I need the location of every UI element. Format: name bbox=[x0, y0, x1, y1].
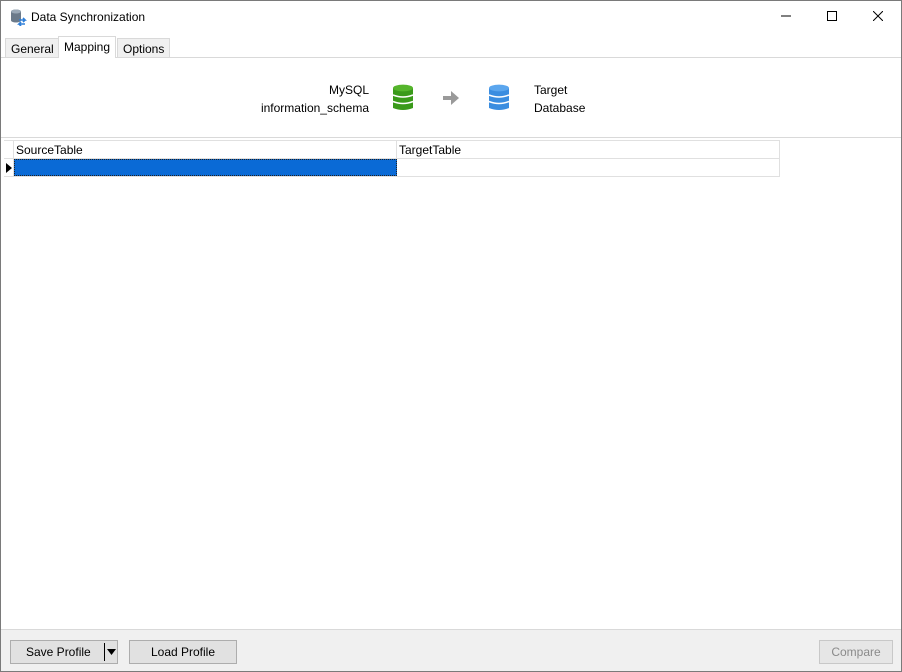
source-server: MySQL bbox=[328, 83, 369, 97]
target-connection-label: Target Database bbox=[534, 81, 585, 117]
source-table-cell[interactable] bbox=[14, 159, 397, 176]
footer-bar: Save Profile Load Profile Compare bbox=[1, 629, 901, 671]
chevron-down-icon[interactable] bbox=[107, 647, 116, 656]
mapping-grid[interactable]: SourceTable TargetTable bbox=[4, 140, 780, 177]
window-title: Data Synchronization bbox=[31, 10, 146, 24]
table-row[interactable] bbox=[4, 159, 780, 177]
source-database: information_schema bbox=[260, 101, 369, 115]
row-indicator[interactable] bbox=[4, 159, 14, 176]
tab-general[interactable]: General bbox=[5, 38, 60, 58]
connection-header: MySQL information_schema Target Database bbox=[1, 58, 901, 138]
target-line2: Database bbox=[534, 101, 586, 115]
sync-database-icon bbox=[11, 9, 27, 26]
load-profile-button[interactable]: Load Profile bbox=[129, 640, 237, 664]
minimize-icon bbox=[781, 15, 791, 17]
target-database-icon bbox=[488, 84, 510, 110]
source-connection-label: MySQL information_schema bbox=[261, 81, 369, 117]
compare-button[interactable]: Compare bbox=[819, 640, 893, 664]
tab-options[interactable]: Options bbox=[117, 38, 171, 58]
source-database-icon bbox=[392, 84, 414, 110]
maximize-button[interactable] bbox=[809, 1, 855, 31]
close-icon bbox=[873, 11, 883, 21]
current-row-arrow-icon bbox=[5, 162, 12, 173]
arrow-right-icon bbox=[443, 91, 459, 105]
tab-mapping[interactable]: Mapping bbox=[58, 36, 117, 58]
title-bar[interactable]: Data Synchronization bbox=[1, 1, 901, 33]
target-table-cell[interactable] bbox=[397, 159, 780, 176]
grid-corner bbox=[4, 141, 14, 159]
column-header-source-table[interactable]: SourceTable bbox=[14, 141, 397, 159]
save-profile-label: Save Profile bbox=[26, 645, 91, 659]
mapping-panel: MySQL information_schema Target Database… bbox=[1, 57, 901, 629]
minimize-button[interactable] bbox=[763, 1, 809, 31]
column-header-target-table[interactable]: TargetTable bbox=[397, 141, 780, 159]
grid-header: SourceTable TargetTable bbox=[4, 140, 780, 159]
main-window: Data Synchronization General Mapping Opt… bbox=[0, 0, 902, 672]
close-button[interactable] bbox=[855, 1, 901, 31]
tab-strip: General Mapping Options bbox=[3, 36, 901, 58]
maximize-icon bbox=[827, 11, 837, 21]
save-profile-button[interactable]: Save Profile bbox=[10, 640, 118, 664]
split-divider bbox=[104, 643, 105, 661]
target-line1: Target bbox=[534, 83, 568, 97]
